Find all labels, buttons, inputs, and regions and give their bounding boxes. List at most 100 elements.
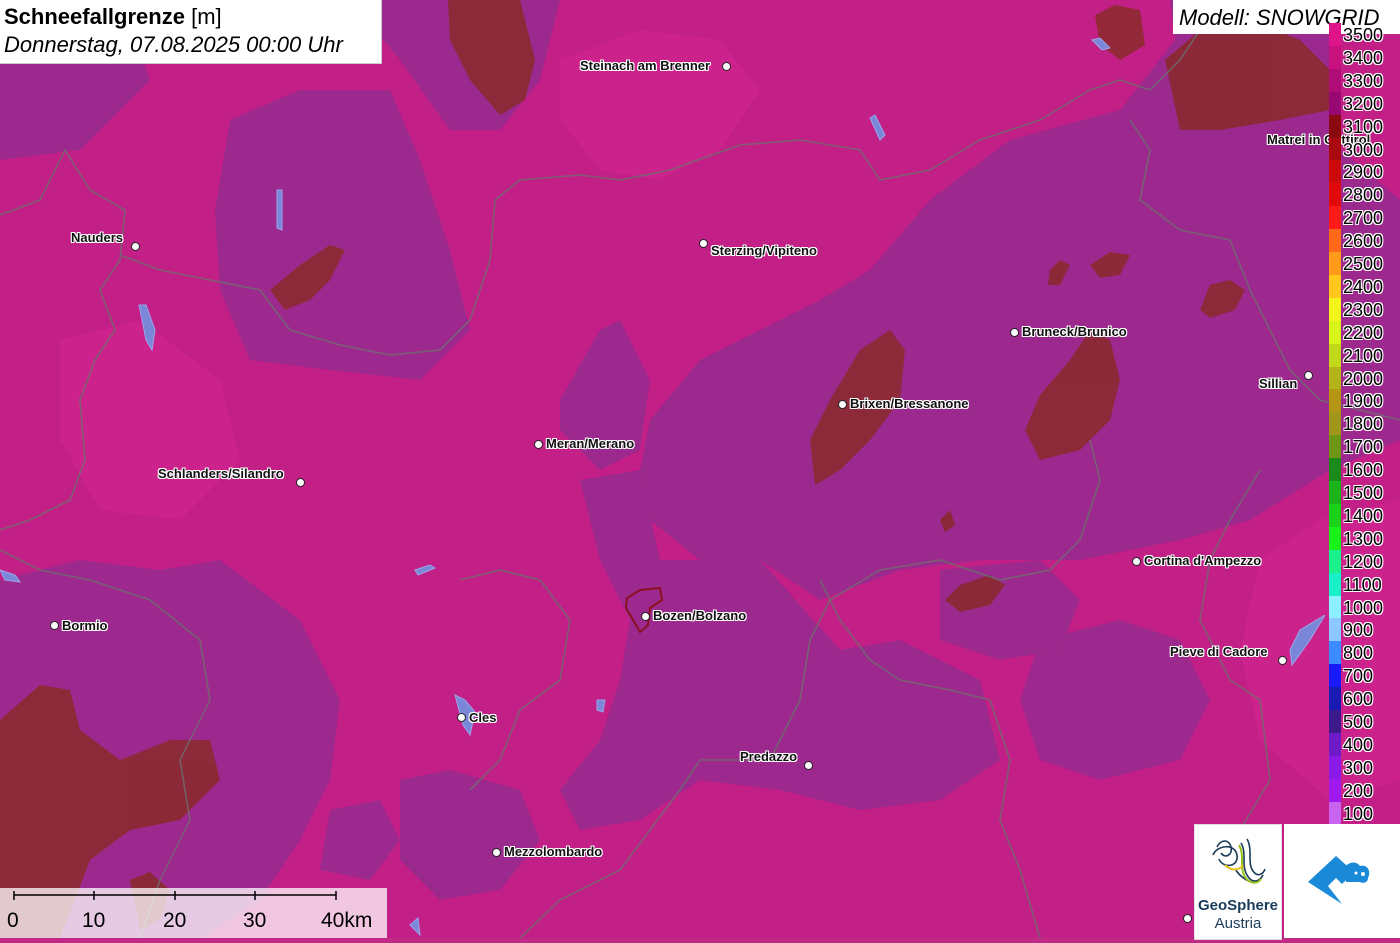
legend-row-700: 700: [1329, 664, 1400, 688]
legend-label: 1600: [1343, 460, 1384, 481]
legend-row-600: 600: [1329, 687, 1400, 711]
city-dot-schlanders[interactable]: [296, 478, 305, 487]
legend-row-1200: 1200: [1329, 549, 1400, 573]
legend-row-2900: 2900: [1329, 160, 1400, 184]
legend-label: 3000: [1343, 139, 1384, 160]
city-label-pieve[interactable]: Pieve di Cadore: [1170, 644, 1268, 659]
city-label-steinach[interactable]: Steinach am Brenner: [580, 58, 710, 73]
legend-swatch: [1329, 23, 1341, 46]
city-label-meran[interactable]: Meran/Merano: [546, 436, 634, 451]
legend-swatch: [1329, 664, 1341, 688]
map-title-unit: [m]: [191, 4, 222, 29]
legend-swatch: [1329, 206, 1341, 230]
legend-row-1400: 1400: [1329, 503, 1400, 527]
city-label-cles[interactable]: Cles: [469, 710, 496, 725]
city-label-bozen[interactable]: Bozen/Bolzano: [653, 608, 746, 623]
legend-swatch: [1329, 732, 1341, 756]
legend-row-3400: 3400: [1329, 45, 1400, 69]
city-dot-bozen[interactable]: [641, 612, 650, 621]
color-legend: 3500 3400 3300 3200 3100 3000 2900 2800 2700 2600…: [1329, 23, 1400, 826]
city-label-mezzolombardo[interactable]: Mezzolombardo: [504, 844, 602, 859]
city-dot-cles[interactable]: [457, 713, 466, 722]
legend-label: 2700: [1343, 208, 1384, 229]
legend-label: 1200: [1343, 551, 1384, 572]
legend-row-3000: 3000: [1329, 137, 1400, 161]
legend-row-1800: 1800: [1329, 412, 1400, 436]
legend-row-2000: 2000: [1329, 366, 1400, 390]
legend-label: 3400: [1343, 47, 1384, 68]
legend-row-100: 100: [1329, 801, 1400, 825]
city-label-bormio[interactable]: Bormio: [62, 618, 108, 633]
legend-swatch: [1329, 366, 1341, 390]
legend-row-800: 800: [1329, 641, 1400, 665]
city-label-sillian[interactable]: Sillian: [1259, 376, 1297, 391]
legend-row-1900: 1900: [1329, 389, 1400, 413]
city-dot-brixen[interactable]: [838, 400, 847, 409]
city-label-predazzo[interactable]: Predazzo: [740, 749, 797, 764]
city-dot-nauders[interactable]: [131, 242, 140, 251]
legend-swatch: [1329, 595, 1341, 619]
legend-label: 2000: [1343, 368, 1384, 389]
city-dot-mezzolombardo[interactable]: [492, 848, 501, 857]
legend-swatch: [1329, 343, 1341, 367]
legend-row-3200: 3200: [1329, 91, 1400, 115]
city-label-schlanders[interactable]: Schlanders/Silandro: [158, 466, 284, 481]
legend-swatch: [1329, 412, 1341, 436]
legend-label: 1300: [1343, 528, 1384, 549]
legend-label: 400: [1343, 734, 1374, 755]
snowgrid-logo[interactable]: [1284, 824, 1400, 938]
legend-label: 2400: [1343, 276, 1384, 297]
legend-swatch: [1329, 114, 1341, 138]
legend-row-400: 400: [1329, 732, 1400, 756]
legend-label: 1000: [1343, 597, 1384, 618]
map-title-parameter: Schneefallgrenze: [4, 4, 185, 29]
map-title-box: Schneefallgrenze [m] Donnerstag, 07.08.2…: [0, 0, 382, 64]
legend-label: 600: [1343, 689, 1374, 710]
legend-row-3300: 3300: [1329, 68, 1400, 92]
city-dot-sterzing[interactable]: [699, 239, 708, 248]
legend-swatch: [1329, 252, 1341, 275]
geosphere-logo[interactable]: GeoSphere Austria: [1194, 824, 1282, 940]
city-dot-cortina[interactable]: [1132, 557, 1141, 566]
city-dot-sillian[interactable]: [1304, 371, 1313, 380]
legend-label: 1500: [1343, 483, 1384, 503]
scale-label-20: 20: [163, 909, 187, 932]
legend-swatch: [1329, 778, 1341, 802]
legend-label: 100: [1343, 803, 1374, 824]
legend-swatch: [1329, 45, 1341, 69]
city-label-nauders[interactable]: Nauders: [71, 230, 123, 245]
city-dot-bormio[interactable]: [50, 621, 59, 630]
legend-swatch: [1329, 481, 1341, 504]
legend-swatch: [1329, 435, 1341, 459]
scale-label-0: 0: [7, 909, 19, 932]
legend-swatch: [1329, 91, 1341, 115]
legend-swatch: [1329, 710, 1341, 733]
legend-row-2300: 2300: [1329, 297, 1400, 321]
city-dot-predazzo[interactable]: [804, 761, 813, 770]
legend-swatch: [1329, 526, 1341, 550]
geosphere-logo-subtext: Austria: [1214, 915, 1262, 932]
city-label-brixen[interactable]: Brixen/Bressanone: [850, 396, 969, 411]
city-dot-bruneck[interactable]: [1010, 328, 1019, 337]
legend-swatch: [1329, 274, 1341, 298]
city-dot-steinach[interactable]: [722, 62, 731, 71]
legend-row-1300: 1300: [1329, 526, 1400, 550]
legend-row-2200: 2200: [1329, 320, 1400, 344]
legend-label: 700: [1343, 666, 1374, 687]
city-dot-pieve[interactable]: [1278, 656, 1287, 665]
legend-row-2600: 2600: [1329, 229, 1400, 253]
legend-swatch: [1329, 458, 1341, 482]
city-label-bruneck[interactable]: Bruneck/Brunico: [1022, 324, 1127, 339]
legend-row-2700: 2700: [1329, 206, 1400, 230]
legend-swatch: [1329, 755, 1341, 779]
legend-label: 1400: [1343, 505, 1384, 526]
map-title: Schneefallgrenze [m]: [4, 4, 222, 30]
city-label-sterzing[interactable]: Sterzing/Vipiteno: [711, 243, 817, 258]
legend-row-1700: 1700: [1329, 435, 1400, 459]
legend-swatch: [1329, 572, 1341, 596]
city-label-cortina[interactable]: Cortina d'Ampezzo: [1144, 553, 1261, 568]
legend-label: 800: [1343, 643, 1374, 664]
city-dot-meran[interactable]: [534, 440, 543, 449]
city-dot-unlabeled[interactable]: [1183, 914, 1192, 923]
geosphere-emblem-icon: [1212, 838, 1266, 884]
